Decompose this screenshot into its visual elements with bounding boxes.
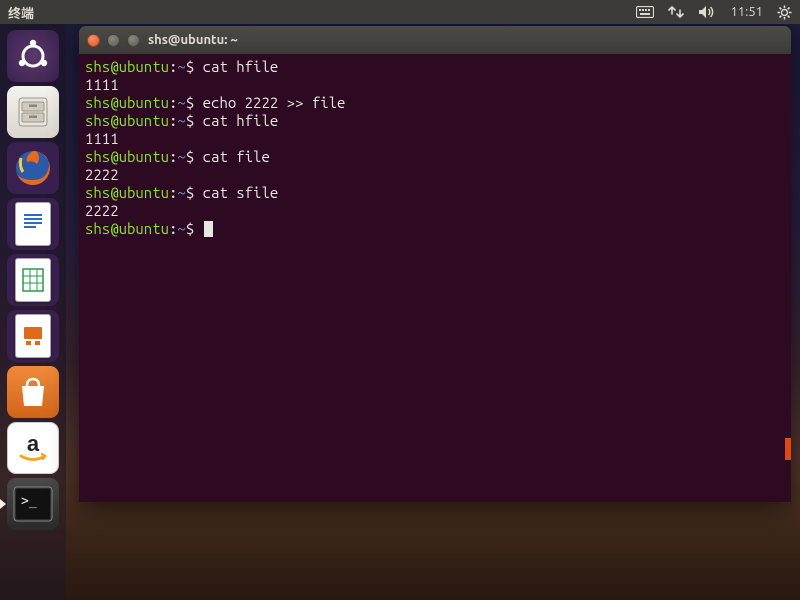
window-controls [87, 34, 140, 47]
prompt-userhost: shs@ubuntu [85, 184, 169, 201]
prompt-userhost: shs@ubuntu [85, 94, 169, 111]
prompt-path: ~ [177, 112, 185, 129]
amazon-icon: a [13, 428, 53, 468]
ubuntu-logo-icon [15, 38, 51, 74]
clock[interactable]: 11:51 [730, 5, 763, 19]
terminal-prompt-line: shs@ubuntu:~$ cat file [85, 148, 785, 166]
file-cabinet-icon [13, 92, 53, 132]
launcher-item-calc[interactable] [7, 254, 59, 306]
launcher-item-terminal[interactable]: >_ [7, 478, 59, 530]
svg-text:>_: >_ [21, 494, 37, 509]
system-menu[interactable] [777, 5, 792, 20]
writer-doc-icon [15, 202, 51, 246]
scrollbar-indicator[interactable] [785, 438, 791, 460]
prompt-path: ~ [177, 58, 185, 75]
terminal-output-line: 1111 [85, 76, 785, 94]
firefox-icon [11, 146, 55, 190]
prompt-symbol: $ [186, 94, 203, 111]
active-pip-icon [0, 499, 6, 509]
prompt-symbol: $ [186, 112, 203, 129]
command-text: cat hfile [203, 58, 279, 75]
prompt-userhost: shs@ubuntu [85, 220, 169, 237]
prompt-symbol: $ [186, 184, 203, 201]
terminal-body[interactable]: shs@ubuntu:~$ cat hfile1111shs@ubuntu:~$… [79, 54, 791, 502]
prompt-path: ~ [177, 220, 185, 237]
launcher-item-impress[interactable] [7, 310, 59, 362]
prompt-symbol: $ [186, 58, 203, 75]
window-minimize-button[interactable] [107, 34, 120, 47]
system-gear-icon [777, 5, 792, 20]
active-app-title: 终端 [8, 3, 34, 22]
launcher-item-amazon[interactable]: a [7, 422, 59, 474]
command-text: cat file [203, 148, 270, 165]
window-titlebar[interactable]: shs@ubuntu: ~ [79, 26, 791, 54]
terminal-prompt-line: shs@ubuntu:~$ cat sfile [85, 184, 785, 202]
terminal-prompt-line: shs@ubuntu:~$ echo 2222 >> file [85, 94, 785, 112]
impress-doc-icon [15, 314, 51, 358]
terminal-output-line: 2222 [85, 166, 785, 184]
command-text: echo 2222 >> file [203, 94, 346, 111]
prompt-path: ~ [177, 184, 185, 201]
prompt-symbol: $ [186, 220, 203, 237]
volume-high-icon [698, 5, 716, 19]
window-title: shs@ubuntu: ~ [148, 33, 238, 47]
launcher-item-firefox[interactable] [7, 142, 59, 194]
prompt-path: ~ [177, 94, 185, 111]
sound-indicator[interactable] [698, 5, 716, 19]
network-indicator[interactable] [668, 5, 684, 19]
launcher-item-dash[interactable] [7, 30, 59, 82]
prompt-userhost: shs@ubuntu [85, 112, 169, 129]
terminal-output-line: 2222 [85, 202, 785, 220]
shopping-bag-icon [18, 376, 48, 408]
launcher-item-writer[interactable] [7, 198, 59, 250]
launcher: a >_ [0, 24, 66, 600]
keyboard-icon [636, 6, 654, 18]
launcher-item-files[interactable] [7, 86, 59, 138]
window-close-button[interactable] [87, 34, 100, 47]
keyboard-indicator[interactable] [636, 6, 654, 18]
window-maximize-button[interactable] [127, 34, 140, 47]
terminal-prompt-line: shs@ubuntu:~$ [85, 220, 785, 238]
network-updown-icon [668, 5, 684, 19]
prompt-symbol: $ [186, 148, 203, 165]
terminal-window: shs@ubuntu: ~ shs@ubuntu:~$ cat hfile111… [79, 26, 791, 502]
top-panel: 终端 11:51 [0, 0, 800, 24]
launcher-item-software[interactable] [7, 366, 59, 418]
cursor-block [204, 221, 213, 237]
terminal-output-line: 1111 [85, 130, 785, 148]
terminal-icon: >_ [12, 485, 54, 523]
prompt-userhost: shs@ubuntu [85, 148, 169, 165]
terminal-prompt-line: shs@ubuntu:~$ cat hfile [85, 112, 785, 130]
svg-text:a: a [27, 431, 40, 456]
terminal-prompt-line: shs@ubuntu:~$ cat hfile [85, 58, 785, 76]
command-text: cat hfile [203, 112, 279, 129]
prompt-path: ~ [177, 148, 185, 165]
command-text: cat sfile [203, 184, 279, 201]
prompt-userhost: shs@ubuntu [85, 58, 169, 75]
calc-doc-icon [15, 258, 51, 302]
